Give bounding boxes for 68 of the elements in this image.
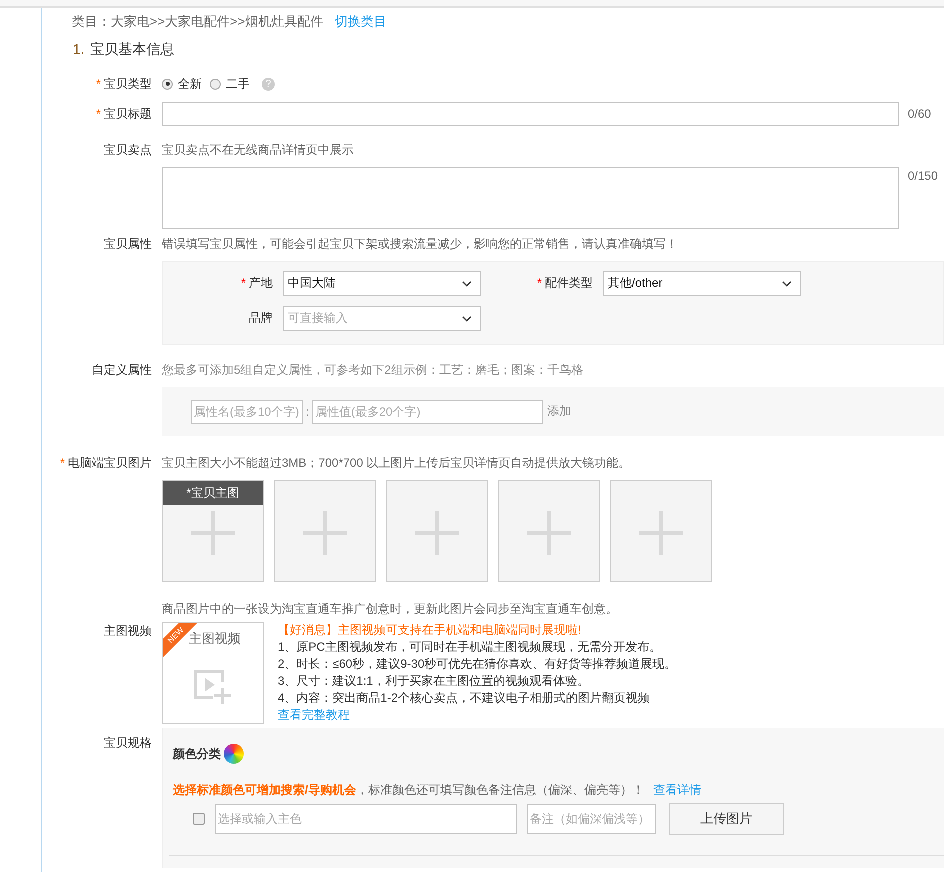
video-caption: 主图视频 bbox=[189, 630, 241, 648]
attribute-name-input[interactable]: 属性名(最多10个字) bbox=[191, 400, 303, 424]
radio-label[interactable]: 全新 bbox=[178, 76, 202, 92]
plus-icon bbox=[639, 511, 683, 555]
radio-button[interactable] bbox=[210, 78, 221, 90]
plus-icon bbox=[415, 511, 459, 555]
field-label: 产地 bbox=[249, 276, 273, 290]
guideline-text: 3、尺寸：建议1:1，利于买家在主图位置的视频观看体验。 bbox=[278, 673, 590, 690]
field-hint: 错误填写宝贝属性，可能会引起宝贝下架或搜索流量减少，影响您的正常销售，请认真准确填写！ bbox=[162, 236, 679, 253]
guideline-text: 1、原PC主图视频发布，可同时在手机端主图视频展现，无需分开发布。 bbox=[278, 639, 662, 656]
color-wheel-icon bbox=[224, 744, 244, 764]
radio-label[interactable]: 二手 bbox=[226, 76, 250, 92]
switch-category-link[interactable]: 切换类目 bbox=[335, 14, 387, 29]
tutorial-link[interactable]: 查看完整教程 bbox=[278, 708, 350, 722]
field-hint: 宝贝主图大小不能超过3MB；700*700 以上图片上传后宝贝详情页自动提供放大镜功能。 bbox=[162, 455, 632, 472]
image-note: 商品图片中的一张设为淘宝直通车推广创意时，更新此图片会同步至淘宝直通车创意。 bbox=[162, 601, 619, 618]
upload-image-button[interactable]: 上传图片 bbox=[669, 803, 784, 835]
field-hint: 宝贝卖点不在无线商品详情页中展示 bbox=[162, 142, 355, 159]
chevron-down-icon bbox=[782, 280, 792, 286]
required-mark: * bbox=[60, 456, 65, 470]
image-upload-slot[interactable]: *宝贝主图 bbox=[162, 480, 264, 582]
selling-point-textarea[interactable] bbox=[162, 167, 899, 229]
field-label: 品牌 bbox=[249, 311, 273, 325]
required-mark: * bbox=[96, 77, 101, 91]
promo-text: 选择标准颜色可增加搜索/导购机会，标准颜色还可填写颜色备注信息（偏深、偏亮等）！ bbox=[173, 783, 644, 797]
chevron-down-icon bbox=[462, 280, 472, 286]
guideline-text: 2、时长：≤60秒，建议9-30秒可优先在猜你喜欢、有好货等推荐频道展现。 bbox=[278, 656, 677, 673]
title-input[interactable] bbox=[162, 102, 899, 126]
field-label: 宝贝标题 bbox=[104, 106, 152, 120]
add-link[interactable]: 添加 bbox=[547, 403, 572, 420]
field-label: 宝贝规格 bbox=[104, 736, 152, 750]
field-label: 自定义属性 bbox=[92, 363, 152, 377]
video-add-icon bbox=[193, 668, 233, 706]
image-upload-slot[interactable] bbox=[386, 480, 488, 582]
separator: : bbox=[306, 404, 310, 418]
field-label: 电脑端宝贝图片 bbox=[68, 456, 152, 470]
main-image-caption: *宝贝主图 bbox=[163, 481, 263, 505]
guideline-text: 4、内容：突出商品1-2个核心卖点，不建议电子相册式的图片翻页视频 bbox=[278, 690, 652, 707]
field-hint: 您最多可添加5组自定义属性，可参考如下2组示例：工艺：磨毛；图案：千鸟格 bbox=[162, 362, 584, 379]
field-label: 配件类型 bbox=[545, 276, 593, 290]
image-upload-slot[interactable] bbox=[498, 480, 600, 582]
select-field[interactable]: 其他/other bbox=[603, 271, 801, 296]
note-input[interactable]: 备注（如偏深偏浅等） bbox=[527, 804, 656, 834]
section-title: 宝贝基本信息 bbox=[90, 41, 175, 57]
radio-button[interactable] bbox=[162, 78, 173, 90]
plus-icon bbox=[527, 511, 571, 555]
image-upload-slot[interactable] bbox=[610, 480, 712, 582]
category-path: 类目：大家电>>大家电配件>>烟机灶具配件 bbox=[72, 14, 324, 29]
image-upload-slot[interactable] bbox=[274, 480, 376, 582]
group-title: 颜色分类 bbox=[173, 746, 221, 762]
attribute-value-input[interactable]: 属性值(最多20个字) bbox=[312, 400, 544, 424]
char-counter: 0/150 bbox=[908, 169, 938, 183]
plus-icon bbox=[191, 511, 235, 555]
select-field[interactable]: 中国大陆 bbox=[283, 271, 481, 296]
field-label: 宝贝卖点 bbox=[104, 143, 152, 157]
news-headline: 【好消息】主图视频可支持在手机端和电脑端同时展现啦! bbox=[278, 622, 582, 639]
plus-icon bbox=[303, 511, 347, 555]
field-label: 宝贝类型 bbox=[104, 77, 152, 91]
char-counter: 0/60 bbox=[908, 106, 932, 120]
required-mark: * bbox=[96, 106, 101, 120]
chevron-down-icon bbox=[462, 316, 472, 322]
color-input[interactable]: 选择或输入主色 bbox=[215, 804, 517, 834]
checkbox[interactable] bbox=[193, 813, 205, 825]
field-label: 宝贝属性 bbox=[104, 237, 152, 251]
field-label: 主图视频 bbox=[104, 624, 152, 638]
required-mark: * bbox=[241, 276, 246, 290]
required-mark: * bbox=[537, 276, 542, 290]
section-number: 1. bbox=[73, 41, 85, 57]
